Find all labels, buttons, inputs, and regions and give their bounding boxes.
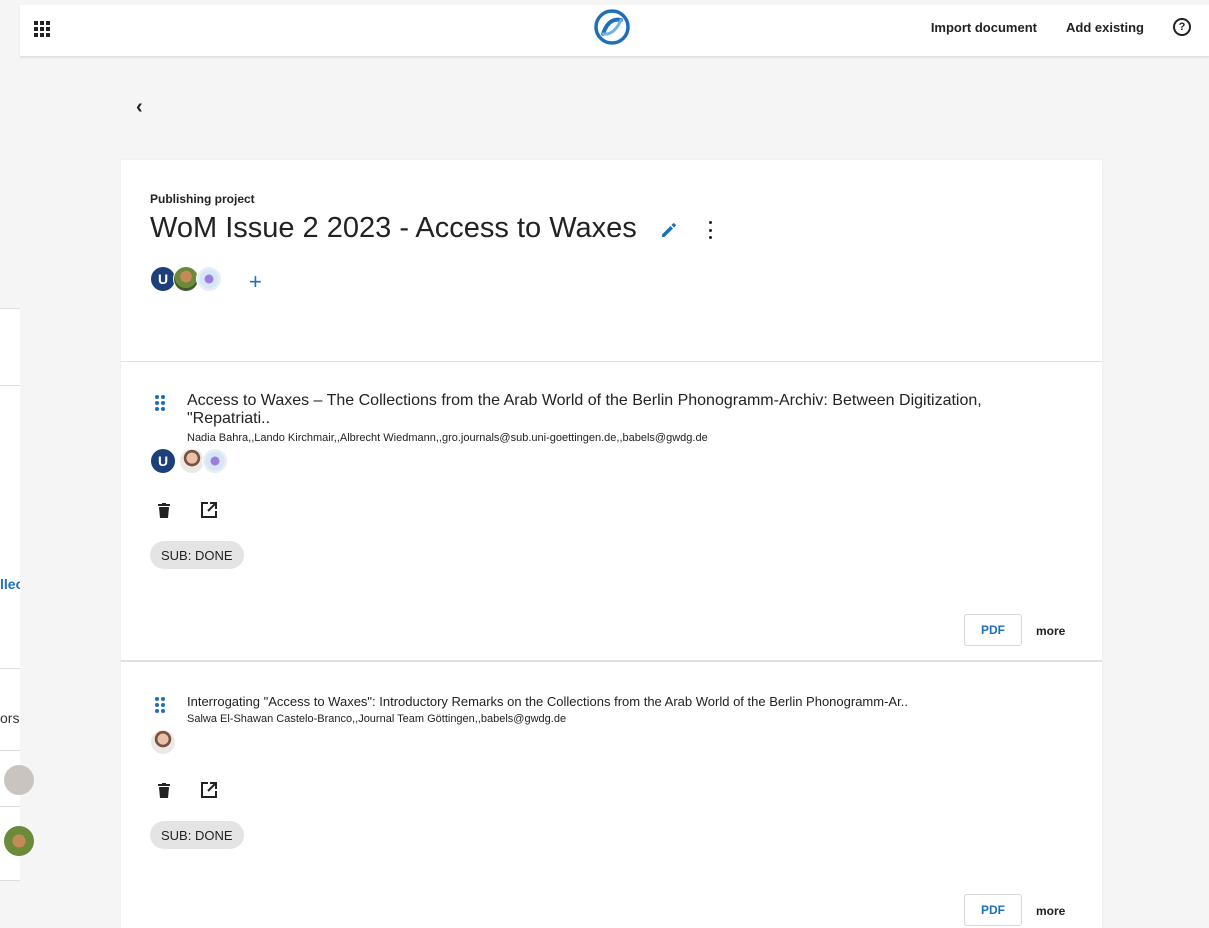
- chapter-authors: Salwa El-Shawan Castelo-Branco,,Journal …: [187, 713, 567, 725]
- add-existing-button[interactable]: Add existing: [1066, 20, 1144, 35]
- open-external-icon[interactable]: [200, 781, 218, 799]
- avatar[interactable]: [150, 729, 176, 755]
- status-badge: SUB: DONE: [150, 821, 244, 849]
- chapter-title[interactable]: Interrogating "Access to Waxes": Introdu…: [187, 693, 1067, 711]
- member-avatars: U: [150, 266, 222, 292]
- avatar-sub[interactable]: U: [150, 448, 176, 474]
- back-chevron-icon[interactable]: ‹: [136, 97, 150, 117]
- project-header: Publishing project WoM Issue 2 2023 - Ac…: [121, 160, 1102, 362]
- more-link[interactable]: more: [1036, 624, 1065, 638]
- background-divider: [0, 880, 20, 881]
- top-bar: Import document Add existing ?: [20, 5, 1209, 57]
- avatar[interactable]: [196, 266, 222, 292]
- more-vert-icon[interactable]: [707, 221, 713, 239]
- pdf-button[interactable]: PDF: [964, 894, 1022, 926]
- background-divider: [0, 750, 20, 751]
- chapter-row: Access to Waxes – The Collections from t…: [121, 362, 1102, 661]
- background-link-fragment: llec: [0, 576, 20, 592]
- background-divider: [0, 806, 20, 807]
- pdf-button[interactable]: PDF: [964, 614, 1022, 646]
- background-avatar: [4, 826, 34, 856]
- add-member-button[interactable]: +: [249, 269, 262, 295]
- apps-grid-icon[interactable]: [34, 21, 50, 37]
- import-document-button[interactable]: Import document: [931, 20, 1037, 35]
- more-link[interactable]: more: [1036, 904, 1065, 918]
- project-card: Publishing project WoM Issue 2 2023 - Ac…: [121, 160, 1102, 928]
- background-label-fragment: ors: [0, 710, 20, 726]
- drag-handle-icon[interactable]: [155, 395, 165, 411]
- status-badge: SUB: DONE: [150, 541, 244, 569]
- background-strip: [0, 308, 20, 386]
- open-external-icon[interactable]: [200, 501, 218, 519]
- trash-icon[interactable]: [158, 503, 170, 518]
- background-avatar: [4, 765, 34, 795]
- drag-handle-icon[interactable]: [155, 697, 165, 713]
- chapter-title[interactable]: Access to Waxes – The Collections from t…: [187, 392, 987, 428]
- chapter-avatars: U: [150, 448, 228, 474]
- chapter-row: Interrogating "Access to Waxes": Introdu…: [121, 661, 1102, 928]
- trash-icon[interactable]: [158, 783, 170, 798]
- background-strip: [0, 386, 20, 668]
- help-icon[interactable]: ?: [1173, 18, 1191, 36]
- pencil-icon[interactable]: [659, 220, 679, 240]
- page-title: WoM Issue 2 2023 - Access to Waxes: [150, 212, 637, 244]
- project-kicker: Publishing project: [150, 192, 255, 206]
- app-logo[interactable]: [592, 7, 632, 47]
- chapter-authors: Nadia Bahra,,Lando Kirchmair,,Albrecht W…: [187, 432, 708, 444]
- top-actions: Import document Add existing ?: [931, 5, 1209, 49]
- avatar[interactable]: [202, 448, 228, 474]
- chapter-avatars: [150, 729, 176, 755]
